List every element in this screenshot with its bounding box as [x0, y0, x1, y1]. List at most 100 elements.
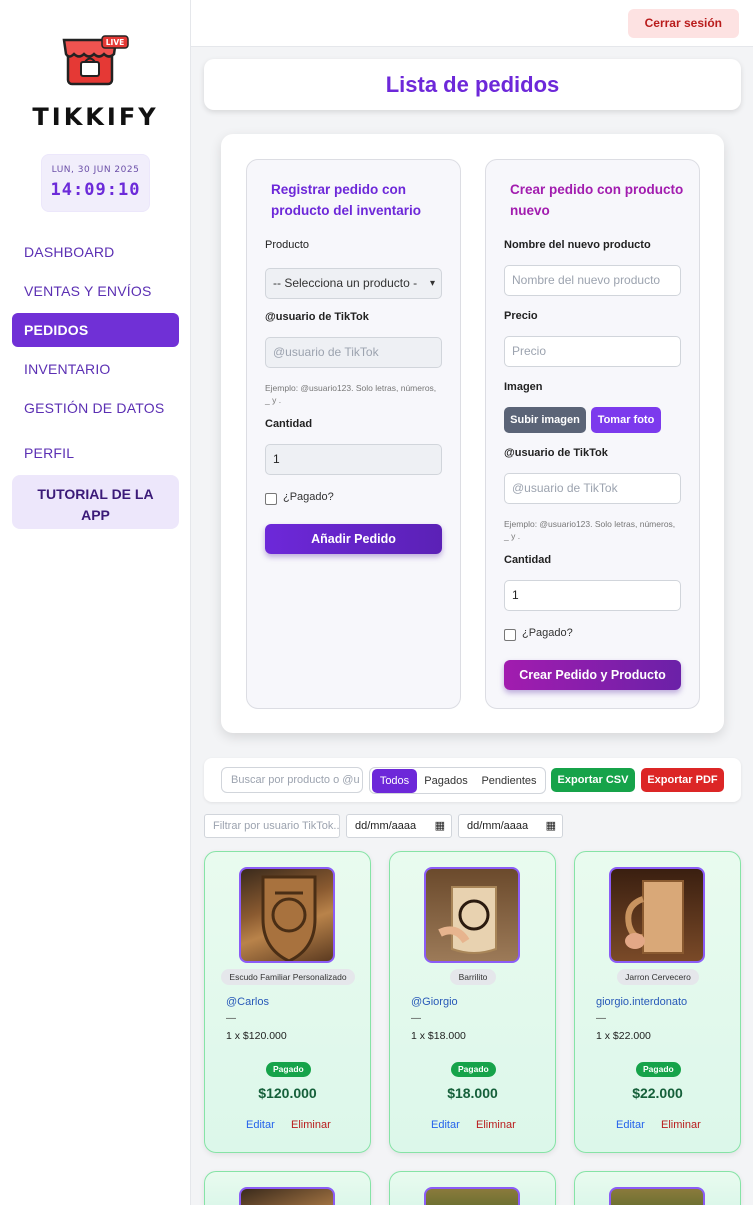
status-badge: Pagado: [266, 1062, 311, 1077]
tab-pagados[interactable]: Pagados: [420, 769, 472, 793]
calendar-icon: ▦: [545, 820, 556, 832]
calendar-icon: ▦: [434, 820, 445, 832]
inventory-order-form: Registrar pedido con producto del invent…: [246, 159, 461, 709]
product-select[interactable]: -- Selecciona un producto - ▾: [265, 268, 442, 299]
shield-carving-image: [261, 875, 317, 961]
order-card: [574, 1171, 741, 1205]
order-user: giorgio.interdonato: [596, 996, 688, 1008]
shop-live-icon: LIVE: [62, 35, 129, 86]
new-quantity-label: Cantidad: [504, 554, 552, 566]
hint-line1: Ejemplo: @usuario123. Solo letras, númer…: [265, 383, 437, 393]
paid-checkbox[interactable]: [265, 493, 277, 505]
price-input[interactable]: Precio: [504, 336, 681, 367]
product-badge: Barrilito: [450, 969, 496, 985]
edit-link[interactable]: Editar: [246, 1119, 275, 1131]
product-image: [609, 1187, 705, 1205]
price-label: Precio: [504, 310, 538, 322]
product-badge: Escudo Familiar Personalizado: [221, 969, 355, 985]
export-csv-button[interactable]: Exportar CSV: [551, 768, 635, 792]
order-card: [204, 1171, 371, 1205]
logout-button[interactable]: Cerrar sesión: [627, 9, 739, 38]
quantity-input[interactable]: 1: [265, 444, 442, 475]
nav-inventario[interactable]: INVENTARIO: [12, 352, 179, 386]
date-to-input[interactable]: dd/mm/aaaa ▦: [458, 814, 563, 838]
new-product-order-form: Crear pedido con producto nuevo Nombre d…: [485, 159, 700, 709]
top-bar: Cerrar sesión: [191, 0, 753, 47]
export-pdf-button[interactable]: Exportar PDF: [641, 768, 724, 792]
new-form-title-line1: Crear pedido con producto: [510, 182, 684, 197]
new-tiktok-user-label: @usuario de TikTok: [504, 447, 608, 459]
order-quantity-price: 1 x $120.000: [226, 1030, 287, 1042]
new-product-name-input[interactable]: Nombre del nuevo producto: [504, 265, 681, 296]
beer-mug-image: [625, 880, 684, 954]
clock-time: 14:09:10: [50, 180, 141, 200]
edit-link[interactable]: Editar: [431, 1119, 460, 1131]
tab-pendientes[interactable]: Pendientes: [477, 769, 541, 793]
product-image: [609, 867, 705, 963]
product-image: [424, 1187, 520, 1205]
user-filter-input[interactable]: Filtrar por usuario TikTok...: [204, 814, 340, 838]
date-from-input[interactable]: dd/mm/aaaa ▦: [346, 814, 452, 838]
delete-link[interactable]: Eliminar: [661, 1119, 701, 1131]
nav-gestion-datos[interactable]: GESTIÓN DE DATOS: [12, 391, 179, 425]
order-card: [389, 1171, 556, 1205]
brand-name: TIKKIFY: [32, 103, 159, 131]
upload-image-button[interactable]: Subir imagen: [504, 407, 586, 433]
order-total: $22.000: [632, 1085, 683, 1101]
tutorial-label-line2: APP: [81, 507, 110, 523]
order-total: $120.000: [258, 1085, 317, 1101]
clock-date: LUN, 30 JUN 2025: [51, 165, 140, 175]
svg-text:LIVE: LIVE: [105, 38, 124, 47]
search-input[interactable]: Buscar por producto o @u: [221, 767, 363, 793]
nav-ventas-envios[interactable]: VENTAS Y ENVÍOS: [12, 274, 179, 308]
order-note: —: [226, 1013, 236, 1024]
tiktok-user-label: @usuario de TikTok: [265, 311, 369, 323]
order-card: Barrilito @Giorgio — 1 x $18.000 Pagado …: [389, 851, 556, 1153]
tutorial-label-line1: TUTORIAL DE LA: [37, 486, 154, 502]
edit-link[interactable]: Editar: [616, 1119, 645, 1131]
nav-pedidos[interactable]: PEDIDOS: [12, 313, 179, 347]
order-quantity-price: 1 x $22.000: [596, 1030, 651, 1042]
tiktok-user-hint: Ejemplo: @usuario123. Solo letras, númer…: [265, 382, 455, 406]
tutorial-button[interactable]: TUTORIAL DE LA APP: [12, 475, 179, 529]
paid-checkbox-label: ¿Pagado?: [283, 491, 334, 503]
order-user: @Giorgio: [411, 996, 458, 1008]
new-tiktok-user-input[interactable]: @usuario de TikTok: [504, 473, 681, 504]
order-note: —: [596, 1013, 606, 1024]
date-to-value: dd/mm/aaaa: [467, 820, 529, 832]
order-card: Jarron Cervecero giorgio.interdonato — 1…: [574, 851, 741, 1153]
nav-dashboard[interactable]: DASHBOARD: [12, 235, 179, 269]
new-paid-checkbox-label: ¿Pagado?: [522, 627, 573, 639]
new-hint-line2: _ y .: [504, 531, 521, 541]
new-quantity-input[interactable]: 1: [504, 580, 681, 611]
status-badge: Pagado: [636, 1062, 681, 1077]
delete-link[interactable]: Eliminar: [476, 1119, 516, 1131]
tab-todos[interactable]: Todos: [372, 769, 417, 793]
status-badge: Pagado: [451, 1062, 496, 1077]
new-product-name-label: Nombre del nuevo producto: [504, 239, 651, 251]
product-badge: Jarron Cervecero: [617, 969, 699, 985]
create-order-product-button[interactable]: Crear Pedido y Producto: [504, 660, 681, 690]
tiktok-user-input[interactable]: @usuario de TikTok: [265, 337, 442, 368]
quantity-label: Cantidad: [265, 418, 313, 430]
order-note: —: [411, 1013, 421, 1024]
image-label: Imagen: [504, 381, 543, 393]
inventory-form-title: Registrar pedido con producto del invent…: [271, 179, 421, 221]
order-card: Escudo Familiar Personalizado @Carlos — …: [204, 851, 371, 1153]
hint-line2: _ y .: [265, 395, 282, 405]
new-form-title-line2: nuevo: [510, 203, 550, 218]
add-order-button[interactable]: Añadir Pedido: [265, 524, 442, 554]
inventory-form-title-line2: producto del inventario: [271, 203, 422, 218]
date-from-value: dd/mm/aaaa: [355, 820, 417, 832]
new-tiktok-user-hint: Ejemplo: @usuario123. Solo letras, númer…: [504, 518, 694, 542]
wooden-cup-image: [438, 886, 497, 954]
new-paid-checkbox[interactable]: [504, 629, 516, 641]
take-photo-button[interactable]: Tomar foto: [591, 407, 661, 433]
order-user: @Carlos: [226, 996, 269, 1008]
inventory-form-title-line1: Registrar pedido con: [271, 182, 407, 197]
delete-link[interactable]: Eliminar: [291, 1119, 331, 1131]
sidebar: LIVE TIKKIFY LUN, 30 JUN 2025 14:09:10 D…: [0, 0, 191, 1205]
order-quantity-price: 1 x $18.000: [411, 1030, 466, 1042]
page-title: Lista de pedidos: [204, 59, 741, 110]
nav-perfil[interactable]: PERFIL: [12, 436, 179, 470]
